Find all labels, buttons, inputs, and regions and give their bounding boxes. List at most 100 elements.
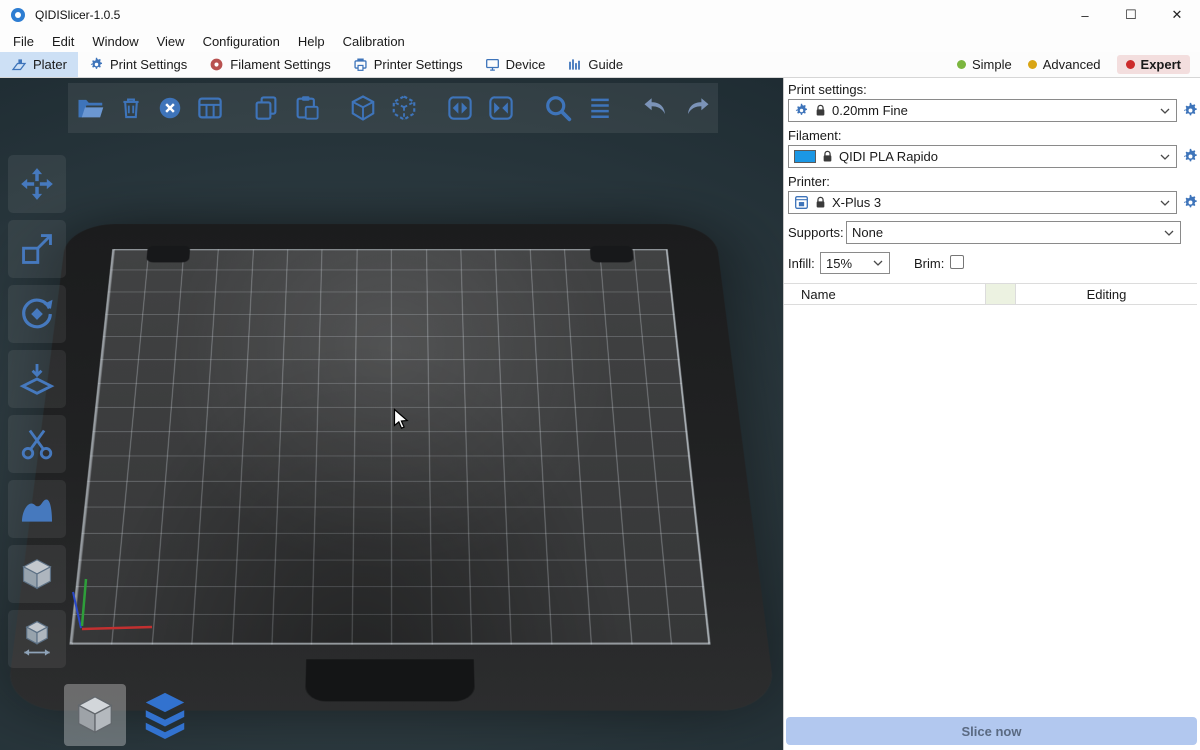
tab-device[interactable]: Device [474,52,557,77]
menu-bar: File Edit Window View Configuration Help… [0,30,1200,52]
paint-supports-button[interactable] [8,480,66,538]
printer-gear-button[interactable] [1182,194,1199,211]
gear-icon [1182,194,1199,211]
chevron-down-icon [1158,154,1172,160]
arrange-icon [195,93,225,123]
measure-button[interactable] [8,610,66,668]
infill-value: 15% [826,256,852,271]
menu-calibration[interactable]: Calibration [334,34,414,49]
mode-advanced[interactable]: Advanced [1028,57,1101,72]
menu-edit[interactable]: Edit [43,34,83,49]
preview-view-button[interactable] [134,684,196,746]
close-button[interactable]: ✕ [1154,0,1200,30]
lock-icon [815,104,826,117]
tab-label: Printer Settings [374,57,463,72]
object-list-body[interactable] [784,305,1197,711]
variable-layer-height-button[interactable] [585,92,615,124]
viewport-3d[interactable] [0,78,783,750]
object-list: Name Editing [784,283,1197,711]
object-list-header: Name Editing [784,283,1197,305]
plater-icon [11,57,27,73]
tab-guide[interactable]: Guide [556,52,634,77]
preview-layers-icon [140,690,190,740]
print-settings-icon [89,57,104,72]
printer-combo[interactable]: X-Plus 3 [788,191,1177,214]
editor-cube-icon [72,693,118,737]
scale-button[interactable] [8,220,66,278]
menu-file[interactable]: File [4,34,43,49]
brim-label: Brim: [914,256,944,271]
view-mode-toggles [64,684,196,746]
app-window: QIDISlicer-1.0.5 – ☐ ✕ File Edit Window … [0,0,1200,750]
gear-icon [1182,148,1199,165]
minimize-button[interactable]: – [1062,0,1108,30]
paste-button[interactable] [292,92,322,124]
mouse-cursor-icon [393,408,410,431]
mode-label: Expert [1141,57,1181,72]
brim-checkbox[interactable] [950,255,964,269]
menu-view[interactable]: View [148,34,194,49]
tab-printer-settings[interactable]: Printer Settings [342,52,474,77]
menu-window[interactable]: Window [83,34,147,49]
column-editing: Editing [1016,287,1197,302]
filament-value: QIDI PLA Rapido [839,149,938,164]
redo-button[interactable] [682,92,712,124]
place-on-face-button[interactable] [8,350,66,408]
add-instance-button[interactable] [348,92,378,124]
split-parts-button[interactable] [486,92,516,124]
main-area: Print settings: 0.20mm Fine [0,78,1200,750]
supports-value: None [852,225,883,240]
delete-all-icon [156,94,184,122]
move-button[interactable] [8,155,66,213]
measure-icon [18,620,56,658]
print-settings-combo[interactable]: 0.20mm Fine [788,99,1177,122]
delete-all-button[interactable] [156,92,184,124]
rotate-icon [18,295,56,333]
bed-grid-surface [69,249,710,644]
split-objects-button[interactable] [445,92,475,124]
filament-gear-button[interactable] [1182,148,1199,165]
rotate-button[interactable] [8,285,66,343]
tab-print-settings[interactable]: Print Settings [78,52,198,77]
infill-label: Infill: [788,256,815,271]
chevron-down-icon [1158,108,1172,114]
mode-expert[interactable]: Expert [1117,55,1190,74]
print-settings-label: Print settings: [788,82,867,97]
print-settings-value: 0.20mm Fine [832,103,908,118]
seam-button[interactable] [8,545,66,603]
slice-now-button[interactable]: Slice now [786,717,1197,745]
device-icon [485,57,500,72]
print-settings-gear-button[interactable] [1182,102,1199,119]
open-button[interactable] [76,92,106,124]
menu-configuration[interactable]: Configuration [194,34,289,49]
copy-button[interactable] [251,92,281,124]
preset-gear-icon [794,103,809,118]
column-extruder [986,284,1016,304]
arrange-button[interactable] [195,92,225,124]
delete-button[interactable] [117,92,145,124]
add-instance-cube-icon [348,93,378,123]
mode-simple[interactable]: Simple [957,57,1012,72]
tab-plater[interactable]: Plater [0,52,78,77]
printer-settings-icon [353,57,368,72]
filament-label: Filament: [788,128,841,143]
tab-filament-settings[interactable]: Filament Settings [198,52,341,77]
move-icon [18,165,56,203]
supports-combo[interactable]: None [846,221,1181,244]
tab-label: Guide [588,57,623,72]
guide-icon [567,57,582,72]
filament-combo[interactable]: QIDI PLA Rapido [788,145,1177,168]
editor-view-button[interactable] [64,684,126,746]
menu-help[interactable]: Help [289,34,334,49]
redo-arrow-icon [682,93,712,123]
maximize-button[interactable]: ☐ [1108,0,1154,30]
chevron-down-icon [1162,230,1176,236]
plater-toolbar [68,83,718,133]
undo-button[interactable] [641,92,671,124]
infill-combo[interactable]: 15% [820,252,890,274]
filament-color-swatch [794,150,816,163]
remove-instance-button[interactable] [389,92,419,124]
search-button[interactable] [542,92,574,124]
cut-button[interactable] [8,415,66,473]
column-name: Name [784,284,986,304]
